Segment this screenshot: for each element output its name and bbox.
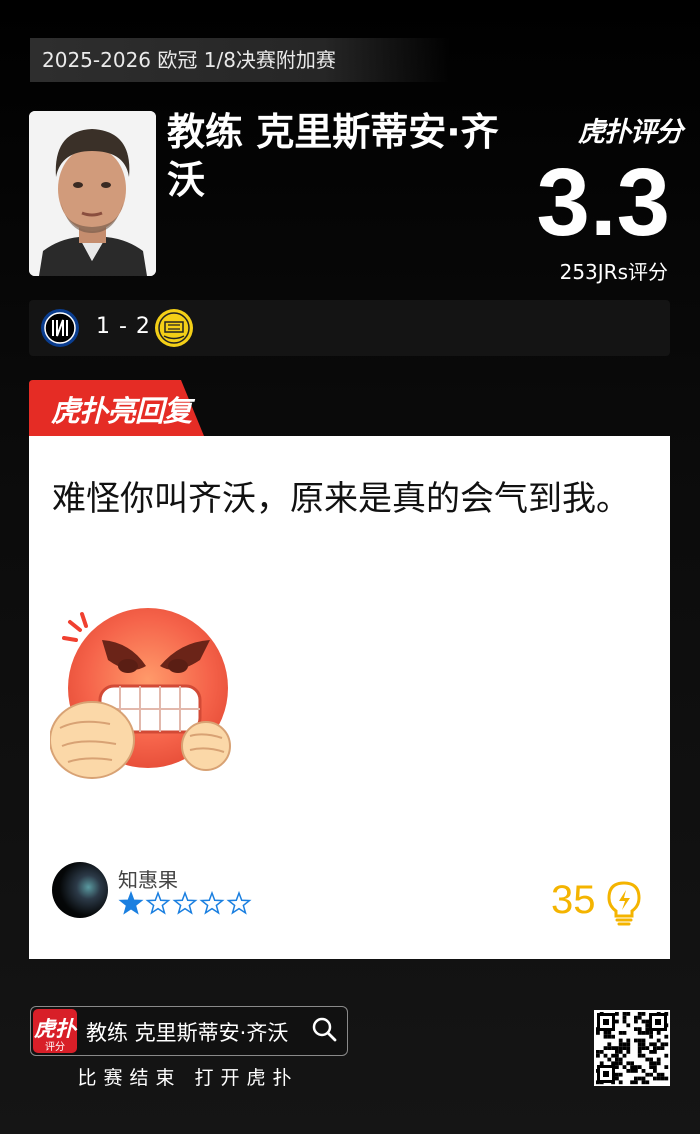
rating-score: 3.3	[536, 149, 670, 256]
star-empty-icon	[145, 890, 171, 915]
star-rating	[118, 890, 252, 915]
inter-milan-badge-icon	[41, 309, 79, 347]
star-empty-icon	[199, 890, 225, 915]
app-icon-subtitle: 评分	[45, 1042, 65, 1053]
qr-code-icon[interactable]	[594, 1010, 670, 1086]
open-hupu-caption: 比赛结束 打开虎扑	[77, 1067, 299, 1089]
commenter-avatar[interactable]	[52, 862, 108, 918]
star-empty-icon	[226, 890, 252, 915]
rating-votes: 253JRs评分	[559, 260, 668, 284]
comment-text: 难怪你叫齐沃，原来是真的会气到我。	[52, 479, 630, 519]
bodo-glimt-badge-icon	[155, 309, 193, 347]
angry-face-fists-emoji-icon	[50, 608, 231, 779]
coach-name: 教练 克里斯蒂安·齐沃	[167, 110, 499, 202]
scoreline: 1 - 2	[96, 314, 151, 339]
commenter-username[interactable]: 知惠果	[118, 864, 178, 893]
highlight-reply-label: 虎扑亮回复	[51, 394, 192, 428]
like-count: 35	[551, 878, 596, 922]
star-empty-icon	[172, 890, 198, 915]
match-label: 2025-2026 欧冠 1/8决赛附加赛	[30, 38, 450, 82]
lightbulb-icon[interactable]	[605, 880, 643, 926]
hupu-rating-logo: 虎扑评分	[578, 117, 683, 148]
coach-photo	[29, 111, 156, 276]
hupu-app-icon: 虎扑 评分	[33, 1009, 77, 1053]
star-filled-icon	[118, 890, 144, 915]
search-icon[interactable]	[311, 1016, 337, 1042]
search-query: 教练 克里斯蒂安·齐沃	[86, 1021, 289, 1045]
